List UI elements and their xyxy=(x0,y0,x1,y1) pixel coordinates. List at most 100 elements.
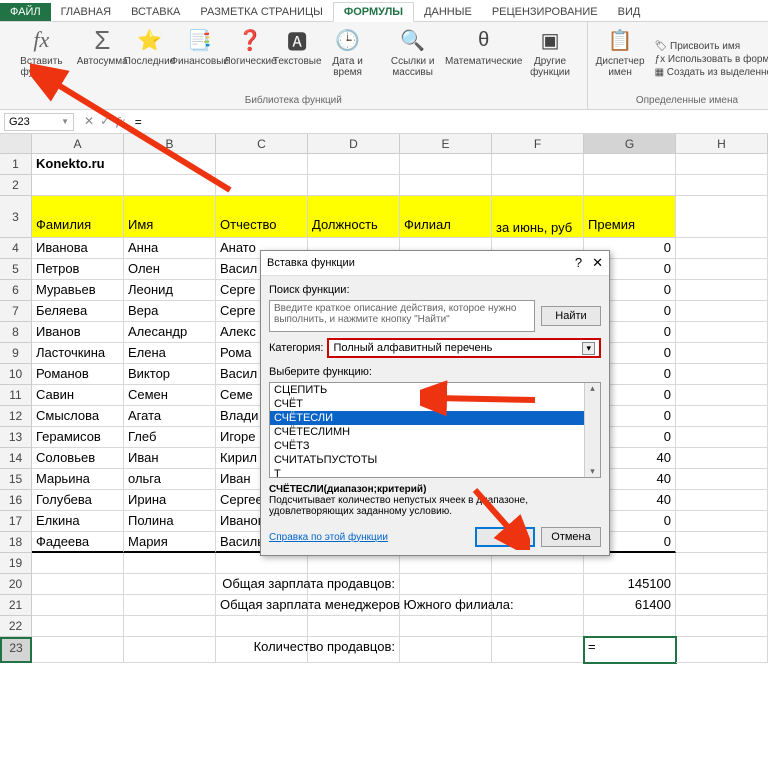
cell[interactable] xyxy=(676,553,768,574)
cell[interactable] xyxy=(492,553,584,574)
help-icon[interactable]: ? xyxy=(575,255,582,271)
cell[interactable] xyxy=(492,637,584,663)
cell[interactable]: Вера xyxy=(124,301,216,322)
tab-file[interactable]: ФАЙЛ xyxy=(0,3,51,21)
cell[interactable]: Konekto.ru xyxy=(32,154,124,175)
cell[interactable] xyxy=(676,364,768,385)
cell[interactable] xyxy=(400,553,492,574)
row-header[interactable]: 18 xyxy=(0,532,32,553)
find-button[interactable]: Найти xyxy=(541,306,601,326)
cell[interactable] xyxy=(216,616,308,637)
cell[interactable]: Ирина xyxy=(124,490,216,511)
cell[interactable] xyxy=(32,553,124,574)
cell[interactable]: Герамисов xyxy=(32,427,124,448)
row-header[interactable]: 6 xyxy=(0,280,32,301)
autosum-button[interactable]: ΣАвтосумма xyxy=(79,24,126,94)
confirm-formula-icon[interactable]: ✓ xyxy=(100,114,110,129)
cell[interactable] xyxy=(676,322,768,343)
cell[interactable]: Савин xyxy=(32,385,124,406)
row-header[interactable]: 21 xyxy=(0,595,32,616)
cell[interactable] xyxy=(584,553,676,574)
cell[interactable] xyxy=(676,595,768,616)
cell[interactable] xyxy=(308,553,400,574)
cell[interactable]: Голубева xyxy=(32,490,124,511)
cell[interactable]: Анна xyxy=(124,238,216,259)
cell[interactable]: Леонид xyxy=(124,280,216,301)
cell[interactable] xyxy=(124,637,216,663)
ok-button[interactable]: OK xyxy=(475,527,535,547)
cell[interactable] xyxy=(676,427,768,448)
cell[interactable] xyxy=(32,574,124,595)
cell[interactable]: Елкина xyxy=(32,511,124,532)
cell[interactable]: Полина xyxy=(124,511,216,532)
logical-button[interactable]: ❓Логические xyxy=(226,24,274,94)
cell[interactable] xyxy=(400,637,492,663)
cell[interactable] xyxy=(676,280,768,301)
scrollbar[interactable]: ▴▾ xyxy=(584,383,600,477)
help-link[interactable]: Справка по этой функции xyxy=(269,532,388,543)
cell[interactable] xyxy=(400,175,492,196)
cell[interactable] xyxy=(676,238,768,259)
list-item[interactable]: СЧИТАТЬПУСТОТЫ xyxy=(270,453,600,467)
cell[interactable] xyxy=(676,574,768,595)
assign-name-button[interactable]: 🏷 Присвоить имя xyxy=(655,41,768,52)
row-header[interactable]: 23 xyxy=(0,637,32,663)
cell[interactable] xyxy=(584,175,676,196)
cell[interactable] xyxy=(676,259,768,280)
col-header-f[interactable]: F xyxy=(492,134,584,153)
row-header[interactable]: 17 xyxy=(0,511,32,532)
cell[interactable] xyxy=(676,511,768,532)
cell[interactable] xyxy=(676,196,768,238)
cell[interactable] xyxy=(124,595,216,616)
fx-button-icon[interactable]: fx xyxy=(116,114,125,129)
cell[interactable]: ольга xyxy=(124,469,216,490)
row-header[interactable]: 14 xyxy=(0,448,32,469)
financial-button[interactable]: 📑Финансовые xyxy=(173,24,226,94)
recent-button[interactable]: ⭐Последние xyxy=(126,24,173,94)
tab-layout[interactable]: РАЗМЕТКА СТРАНИЦЫ xyxy=(190,3,332,21)
list-item[interactable]: СЧЁТЕСЛИ xyxy=(270,411,600,425)
function-list[interactable]: СЦЕПИТЬ СЧЁТ СЧЁТЕСЛИ СЧЁТЕСЛИМН СЧЁТЗ С… xyxy=(269,382,601,478)
cell[interactable]: Виктор xyxy=(124,364,216,385)
col-header-e[interactable]: E xyxy=(400,134,492,153)
tab-data[interactable]: ДАННЫЕ xyxy=(414,3,482,21)
cell[interactable] xyxy=(676,154,768,175)
cell[interactable] xyxy=(124,574,216,595)
text-button[interactable]: 🅰Текстовые xyxy=(274,24,319,94)
cell[interactable] xyxy=(676,490,768,511)
name-manager-button[interactable]: 📋Диспетчер имен xyxy=(592,24,649,94)
cell[interactable] xyxy=(584,154,676,175)
row-header[interactable]: 7 xyxy=(0,301,32,322)
cell[interactable]: Олен xyxy=(124,259,216,280)
cell[interactable] xyxy=(32,595,124,616)
cell[interactable] xyxy=(124,616,216,637)
col-header-g[interactable]: G xyxy=(584,134,676,153)
cell[interactable]: за июнь, руб xyxy=(492,196,584,238)
cell[interactable]: Глеб xyxy=(124,427,216,448)
cell[interactable]: Общая зарплата менеджеров Южного филиала… xyxy=(216,595,308,616)
row-header[interactable]: 10 xyxy=(0,364,32,385)
cell[interactable] xyxy=(308,154,400,175)
cell[interactable] xyxy=(676,637,768,663)
cell[interactable] xyxy=(492,175,584,196)
cell[interactable]: Смыслова xyxy=(32,406,124,427)
cell[interactable]: Количество продавцов: xyxy=(308,637,400,663)
row-header[interactable]: 19 xyxy=(0,553,32,574)
cell[interactable]: Семен xyxy=(124,385,216,406)
cancel-formula-icon[interactable]: ✕ xyxy=(84,114,94,129)
list-item[interactable]: СЦЕПИТЬ xyxy=(270,383,600,397)
cell[interactable]: Ласточкина xyxy=(32,343,124,364)
cell[interactable]: Фамилия xyxy=(32,196,124,238)
cell[interactable] xyxy=(216,175,308,196)
cell[interactable]: Беляева xyxy=(32,301,124,322)
row-header[interactable]: 16 xyxy=(0,490,32,511)
cell[interactable] xyxy=(216,154,308,175)
cell[interactable]: Елена xyxy=(124,343,216,364)
cell[interactable]: Петров xyxy=(32,259,124,280)
cell[interactable] xyxy=(400,154,492,175)
cell[interactable] xyxy=(400,574,492,595)
cell[interactable] xyxy=(676,385,768,406)
cell[interactable]: Марьина xyxy=(32,469,124,490)
cell[interactable]: Филиал xyxy=(400,196,492,238)
cell[interactable] xyxy=(124,175,216,196)
